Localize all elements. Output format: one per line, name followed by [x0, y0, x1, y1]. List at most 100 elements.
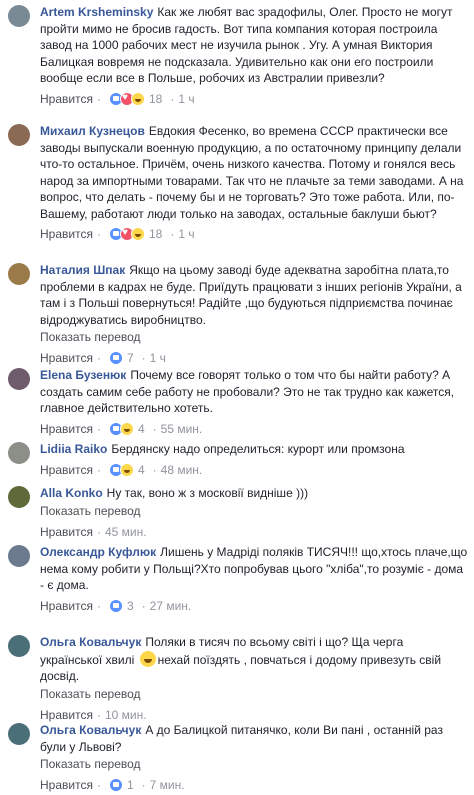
separator: · — [141, 778, 146, 792]
avatar[interactable] — [8, 368, 30, 390]
comment: Ольга Ковальчук Поляки в тисяч по всьому … — [0, 634, 474, 725]
reaction-count: 3 — [126, 598, 134, 613]
comment: Lidiia Raiko Бердянску надо определиться:… — [0, 441, 474, 480]
haha-reaction-icon — [130, 91, 145, 106]
comment-text: Elena Бузенюк Почему все говорят только о… — [40, 368, 455, 415]
haha-reaction-icon — [119, 462, 134, 477]
show-translation-link[interactable]: Показать перевод — [40, 756, 468, 773]
comment-actions: Нравится · 4 · 48 мин. — [40, 460, 468, 480]
like-button[interactable]: Нравится — [40, 778, 93, 792]
reaction-count: 18 — [148, 227, 163, 241]
reactions-summary[interactable]: 7 — [108, 351, 134, 365]
comment-actions: Нравится · 7 · 1 ч — [40, 348, 468, 368]
comment-text: Михаил Кузнецов Евдокия Фесенко, во време… — [40, 124, 464, 221]
show-translation-link[interactable]: Показать перевод — [40, 503, 468, 520]
author-link[interactable]: Наталия Шпак — [40, 263, 125, 277]
show-translation-link[interactable]: Показать перевод — [40, 686, 468, 703]
separator: · — [170, 91, 175, 106]
like-button[interactable]: Нравится — [40, 463, 93, 477]
comment: Олександр Куфлюк Лишень у Мадріді поляків… — [0, 544, 474, 616]
timestamp[interactable]: 1 ч — [178, 227, 194, 241]
timestamp[interactable]: 7 мин. — [150, 778, 185, 792]
reaction-count: 4 — [137, 462, 145, 477]
comment-text: Alla Konko Ну так, воно ж з московії видн… — [40, 486, 309, 500]
avatar[interactable] — [8, 263, 30, 285]
author-link[interactable]: Михаил Кузнецов — [40, 124, 145, 138]
comment: Ольга Ковальчук А до Балицкой питанячко, … — [0, 722, 474, 795]
comment-text: Наталия Шпак Якщо на цьому заводі буде ад… — [40, 263, 462, 327]
reaction-count: 1 — [126, 778, 134, 792]
avatar[interactable] — [8, 442, 30, 464]
reactions-summary[interactable]: 4 — [108, 421, 145, 436]
haha-reaction-icon — [119, 421, 134, 436]
timestamp[interactable]: 55 мин. — [161, 422, 203, 436]
comment-actions: Нравится · 45 мин. — [40, 522, 468, 542]
separator: · — [96, 707, 101, 722]
author-link[interactable]: Ольга Ковальчук — [40, 723, 141, 737]
show-translation-link[interactable]: Показать перевод — [40, 329, 468, 346]
author-link[interactable]: Elena Бузенюк — [40, 368, 126, 382]
comment-text: Lidiia Raiko Бердянску надо определиться:… — [40, 442, 405, 456]
separator: · — [96, 598, 101, 613]
comment-actions: Нравится · 18 · 1 ч — [40, 224, 468, 244]
timestamp[interactable]: 45 мин. — [105, 525, 147, 539]
timestamp[interactable]: 1 ч — [178, 92, 194, 106]
separator: · — [96, 227, 101, 241]
comment: Наталия Шпак Якщо на цьому заводі буде ад… — [0, 262, 474, 368]
reactions-summary[interactable]: 1 — [108, 778, 134, 792]
timestamp[interactable]: 48 мин. — [161, 463, 203, 477]
like-button[interactable]: Нравится — [40, 227, 93, 241]
avatar[interactable] — [8, 124, 30, 146]
author-link[interactable]: Ольга Ковальчук — [40, 635, 141, 649]
comment-text: Ольга Ковальчук Поляки в тисяч по всьому … — [40, 635, 442, 683]
avatar[interactable] — [8, 635, 30, 657]
reactions-summary[interactable]: 18 — [108, 91, 163, 106]
reactions-summary[interactable]: 18 — [108, 227, 163, 241]
separator: · — [96, 421, 101, 436]
timestamp[interactable]: 1 ч — [150, 351, 166, 365]
laughing-emoji-icon — [139, 650, 156, 667]
separator: · — [170, 227, 175, 241]
separator: · — [152, 462, 157, 477]
comment-actions: Нравится · 18 · 1 ч — [40, 89, 468, 109]
author-link[interactable]: Lidiia Raiko — [40, 442, 107, 456]
comment-text: Artem Krsheminsky Как же любят вас зрадоф… — [40, 5, 453, 85]
timestamp[interactable]: 10 мин. — [105, 708, 147, 722]
like-reaction-icon — [108, 778, 123, 792]
timestamp[interactable]: 27 мин. — [150, 599, 192, 613]
author-link[interactable]: Artem Krsheminsky — [40, 5, 153, 19]
like-button[interactable]: Нравится — [40, 351, 93, 365]
comment-text: Олександр Куфлюк Лишень у Мадріді поляків… — [40, 545, 468, 592]
separator: · — [141, 351, 146, 365]
avatar[interactable] — [8, 5, 30, 27]
reaction-count: 18 — [148, 91, 163, 106]
separator: · — [96, 778, 101, 792]
author-link[interactable]: Олександр Куфлюк — [40, 545, 156, 559]
author-link[interactable]: Alla Konko — [40, 486, 103, 500]
avatar[interactable] — [8, 486, 30, 508]
reaction-count: 4 — [137, 421, 145, 436]
comment-text: Ольга Ковальчук А до Балицкой питанячко, … — [40, 723, 443, 754]
separator: · — [96, 462, 101, 477]
like-button[interactable]: Нравится — [40, 525, 93, 539]
like-reaction-icon — [108, 598, 123, 613]
comment: Михаил Кузнецов Евдокия Фесенко, во време… — [0, 123, 474, 244]
reaction-count: 7 — [126, 351, 134, 365]
reactions-summary[interactable]: 3 — [108, 598, 134, 613]
like-button[interactable]: Нравится — [40, 422, 93, 436]
haha-reaction-icon — [130, 227, 145, 241]
avatar[interactable] — [8, 723, 30, 745]
separator: · — [141, 598, 146, 613]
comment: Elena Бузенюк Почему все говорят только о… — [0, 367, 474, 439]
comment: Artem Krsheminsky Как же любят вас зрадоф… — [0, 4, 474, 109]
avatar[interactable] — [8, 545, 30, 567]
separator: · — [96, 524, 101, 539]
like-button[interactable]: Нравится — [40, 708, 93, 722]
like-button[interactable]: Нравится — [40, 92, 93, 106]
comment-actions: Нравится · 1 · 7 мин. — [40, 775, 468, 795]
separator: · — [152, 421, 157, 436]
comment-actions: Нравится · 3 · 27 мин. — [40, 596, 468, 616]
comment: Alla Konko Ну так, воно ж з московії видн… — [0, 485, 474, 542]
reactions-summary[interactable]: 4 — [108, 462, 145, 477]
like-button[interactable]: Нравится — [40, 599, 93, 613]
